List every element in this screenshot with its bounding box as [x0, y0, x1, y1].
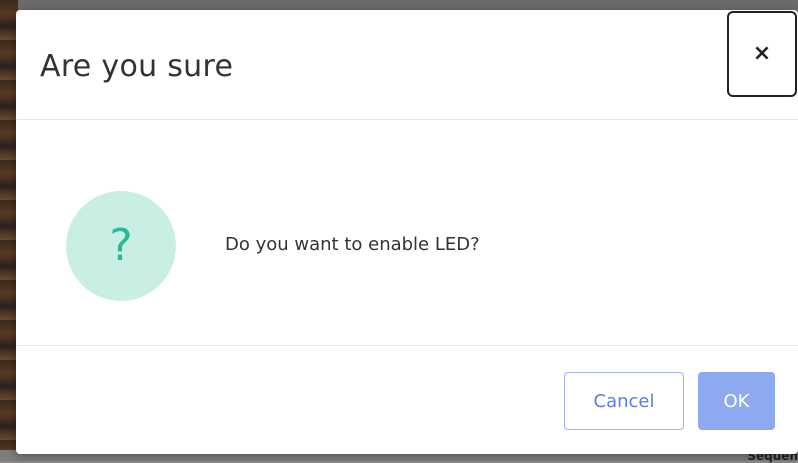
- dialog-footer: Cancel OK: [16, 346, 798, 454]
- close-icon: ×: [752, 41, 772, 66]
- ok-button[interactable]: OK: [698, 372, 775, 430]
- cancel-button[interactable]: Cancel: [564, 372, 684, 430]
- dialog-message: Do you want to enable LED?: [225, 234, 480, 255]
- question-icon: ?: [109, 220, 133, 271]
- dialog-title: Are you sure: [40, 49, 234, 84]
- close-button[interactable]: ×: [727, 11, 797, 97]
- dialog-header: Are you sure ×: [16, 10, 798, 120]
- dialog-body: ? Do you want to enable LED?: [16, 120, 798, 346]
- confirm-dialog: Are you sure × ? Do you want to enable L…: [16, 10, 798, 454]
- question-icon-circle: ?: [66, 191, 176, 301]
